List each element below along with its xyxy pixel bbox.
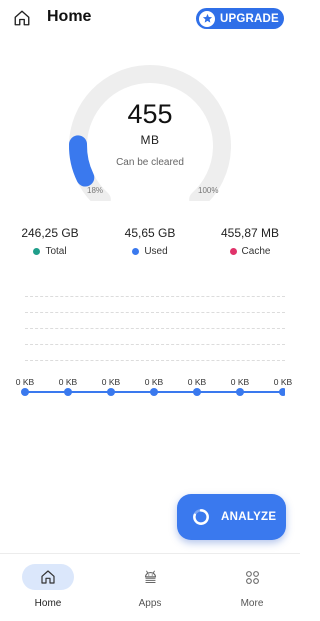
point-label: 0 KB [230,377,250,387]
point-label: 0 KB [15,377,35,387]
upgrade-label: UPGRADE [220,12,279,25]
grid-icon [245,570,259,584]
progress-ring-icon [193,509,209,525]
nav-home-label: Home [34,598,62,609]
page-title: Home [47,8,92,25]
analyze-button[interactable]: ANALYZE [177,494,286,540]
nav-more-label: More [240,598,264,609]
analyze-label: ANALYZE [221,511,277,523]
stat-cache-label: Cache [241,246,271,257]
point-label: 0 KB [187,377,207,387]
nav-home[interactable]: Home [8,564,88,609]
gauge-unit: MB [140,133,160,147]
data-point [279,388,285,396]
point-label: 0 KB [144,377,164,387]
home-icon [41,570,55,584]
stat-total-label: Total [45,246,67,257]
bottom-navigation: Home Apps More [0,553,300,621]
stat-used-value: 45,65 GB [124,226,176,240]
gauge-caption: Can be cleared [116,157,184,168]
android-icon [144,570,156,583]
upgrade-button[interactable]: UPGRADE [196,8,284,29]
app-header: Home UPGRADE [0,0,300,38]
used-dot [132,248,140,255]
data-point [64,388,72,396]
data-point [150,388,158,396]
gauge-max-label: 100% [198,186,219,195]
point-label: 0 KB [58,377,78,387]
stat-total: 246,25 GB Total [0,226,100,257]
stat-used: 45,65 GB Used [100,226,200,257]
star-icon [199,10,215,27]
home-icon[interactable] [13,9,31,27]
usage-chart: 0 KB 0 KB 0 KB 0 KB 0 KB 0 KB 0 KB [15,288,292,408]
data-point [21,388,29,396]
gauge-min-label: 18% [87,186,104,195]
storage-gauge: 455 MB Can be cleared 18% 100% [60,56,240,201]
point-label: 0 KB [101,377,121,387]
stat-cache: 455,87 MB Cache [200,226,300,257]
data-point [236,388,244,396]
data-point [107,388,115,396]
nav-apps[interactable]: Apps [110,564,190,609]
stat-used-label: Used [144,246,168,257]
stat-total-value: 246,25 GB [21,226,79,240]
cache-dot [229,248,237,255]
nav-apps-label: Apps [138,598,162,609]
gauge-value: 455 [127,99,173,129]
nav-more[interactable]: More [212,564,292,609]
stat-cache-value: 455,87 MB [220,226,280,240]
data-point [193,388,201,396]
chart-plot [21,388,285,396]
total-dot [33,248,41,255]
point-label: 0 KB [273,377,293,387]
